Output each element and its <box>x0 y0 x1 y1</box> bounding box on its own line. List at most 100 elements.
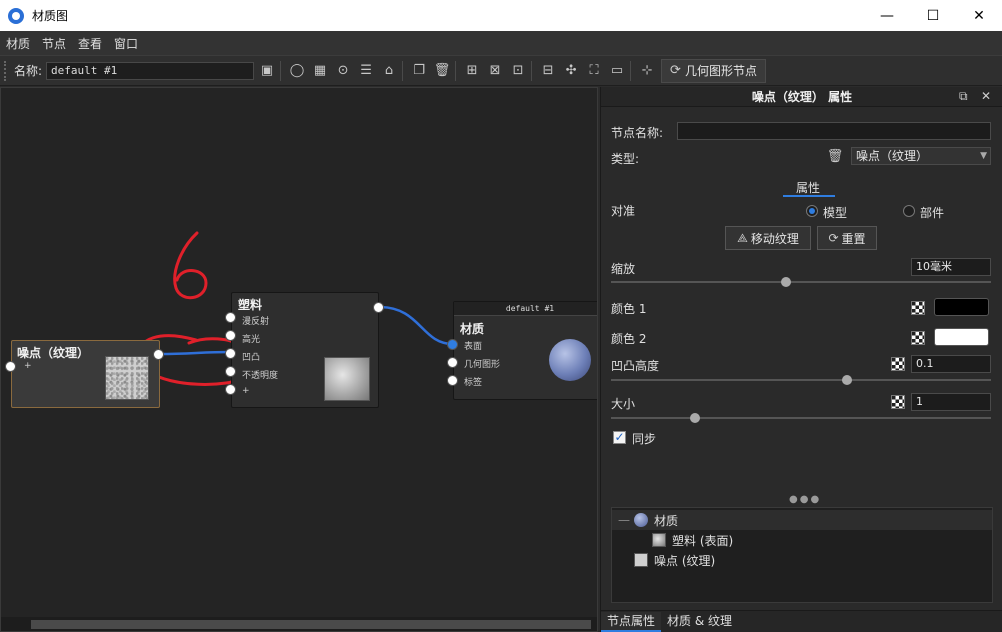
scale-slider-track[interactable] <box>611 281 991 283</box>
delete-icon[interactable]: 🗑 <box>432 61 452 81</box>
plastic-add-socket[interactable] <box>225 384 236 395</box>
remove-all-icon[interactable]: ⊡ <box>508 61 528 81</box>
material-node[interactable]: default #1 材质 表面 几何图形 标签 <box>453 301 597 400</box>
window-title: 材质图 <box>32 9 69 23</box>
tree-item-label: 材质 <box>654 513 679 528</box>
color1-texture-icon[interactable] <box>911 301 925 315</box>
sync-checkbox[interactable]: ✓ <box>613 431 626 444</box>
tab-node-properties[interactable]: 节点属性 <box>601 612 662 632</box>
bump-slider-knob[interactable] <box>841 375 852 385</box>
material-label-socket[interactable] <box>447 375 458 386</box>
align-part-radio[interactable] <box>903 205 915 217</box>
splitter-handle[interactable]: ●●● <box>789 494 821 505</box>
menu-material[interactable]: 材质 <box>0 35 36 52</box>
app-logo-icon <box>8 7 24 24</box>
type-select[interactable]: 噪点（纹理） ▼ <box>851 147 991 165</box>
type-select-value: 噪点（纹理） <box>856 149 929 163</box>
close-panel-icon[interactable]: ✕ <box>981 89 991 103</box>
reset-button[interactable]: ⟳ 重置 <box>817 226 877 250</box>
bottle-icon[interactable]: ⌂ <box>379 61 399 81</box>
menu-window[interactable]: 窗口 <box>108 35 144 52</box>
toolbar-separator <box>455 60 457 81</box>
menu-view[interactable]: 查看 <box>72 35 108 52</box>
node-graph-canvas[interactable]: 6 噪点（纹理） + 塑料 漫反射 高光 凹凸 不透明度 + default #… <box>0 87 598 632</box>
size-label: 大小 <box>611 397 636 411</box>
plastic-input-bump-label: 凹凸 <box>242 353 261 363</box>
tree-item-plastic[interactable]: 塑料 (表面) <box>612 530 992 550</box>
toolbar-grip[interactable] <box>4 60 8 81</box>
size-slider-track[interactable] <box>611 417 991 419</box>
material-node-title: 材质 <box>460 322 485 336</box>
menu-node[interactable]: 节点 <box>36 35 72 52</box>
material-geometry-socket[interactable] <box>447 357 458 368</box>
noise-to-bump-wire <box>158 350 232 356</box>
refresh-icon: ⟳ <box>670 63 681 78</box>
tab-attributes[interactable]: 属性 <box>796 179 820 196</box>
plastic-node[interactable]: 塑料 漫反射 高光 凹凸 不透明度 + <box>231 292 379 408</box>
fit-view-icon[interactable]: ⛶ <box>584 61 604 81</box>
align-model-radio[interactable] <box>806 205 818 217</box>
close-button[interactable]: ✕ <box>956 0 1002 31</box>
maximize-button[interactable]: ☐ <box>910 0 956 31</box>
geometry-node-button[interactable]: ⟳ 几何图形节点 <box>661 58 766 83</box>
center-icon[interactable]: ✣ <box>561 61 581 81</box>
scale-input[interactable]: 10毫米 <box>911 258 991 276</box>
panel-bottom-tabs: 节点属性 材质 & 纹理 <box>601 610 1002 632</box>
plastic-specular-socket[interactable] <box>225 330 236 341</box>
noise-add-socket-label: + <box>24 361 32 371</box>
connect-icon[interactable]: ⊹ <box>637 61 657 81</box>
canvas-horizontal-scrollbar[interactable] <box>1 617 597 631</box>
tree-item-material[interactable]: — 材质 <box>612 510 992 530</box>
plastic-output-socket[interactable] <box>373 302 384 313</box>
sphere-preview-icon[interactable]: ◯ <box>287 61 307 81</box>
annotation-six-stroke <box>173 231 208 299</box>
material-surface-socket[interactable] <box>447 339 458 350</box>
copy-icon[interactable]: ❐ <box>409 61 429 81</box>
size-input[interactable]: 1 <box>911 393 991 411</box>
color1-swatch[interactable] <box>934 298 989 316</box>
noise-texture-node[interactable]: 噪点（纹理） + <box>11 340 160 408</box>
toolbar-separator <box>402 60 404 81</box>
remove-unused-icon[interactable]: ⊠ <box>485 61 505 81</box>
play-preview-icon[interactable]: ⊙ <box>333 61 353 81</box>
plastic-bump-socket[interactable] <box>225 348 236 359</box>
arrange-icon[interactable]: ⊟ <box>538 61 558 81</box>
material-input-geometry-label: 几何图形 <box>464 360 501 370</box>
align-model-label: 模型 <box>823 206 848 220</box>
delete-type-icon[interactable]: 🗑 <box>825 146 845 166</box>
bump-slider-track[interactable] <box>611 379 991 381</box>
checker-background-icon[interactable]: ▦ <box>310 61 330 81</box>
float-panel-icon[interactable]: ⧉ <box>959 89 968 104</box>
tab-materials-textures[interactable]: 材质 & 纹理 <box>661 612 738 632</box>
bump-height-input[interactable]: 0.1 <box>911 355 991 373</box>
scale-slider-knob[interactable] <box>780 277 791 287</box>
scrollbar-thumb[interactable] <box>31 620 591 629</box>
sliders-icon[interactable]: ☰ <box>356 61 376 81</box>
material-name-input[interactable]: default #1 <box>46 61 255 80</box>
plastic-diffuse-socket[interactable] <box>225 312 236 323</box>
zoom-100-icon[interactable]: ▭ <box>607 61 627 81</box>
plastic-opacity-socket[interactable] <box>225 366 236 377</box>
geometry-node-label: 几何图形节点 <box>684 64 757 78</box>
save-icon[interactable]: ▣ <box>257 61 277 81</box>
size-texture-icon[interactable] <box>891 395 905 409</box>
minimize-button[interactable]: — <box>864 0 910 31</box>
scale-label: 缩放 <box>611 262 636 276</box>
material-node-header: default #1 <box>454 302 597 316</box>
noise-output-socket[interactable] <box>153 349 164 360</box>
color2-swatch[interactable] <box>934 328 989 346</box>
noise-input-socket[interactable] <box>5 361 16 372</box>
plastic-input-add-label: + <box>242 386 250 396</box>
tree-collapse-icon[interactable]: — <box>618 513 630 527</box>
material-tree[interactable]: — 材质 塑料 (表面) 噪点 (纹理) <box>611 507 993 603</box>
sync-label: 同步 <box>632 432 657 446</box>
move-texture-button[interactable]: ⟁ 移动纹理 <box>725 226 811 250</box>
tree-item-noise[interactable]: 噪点 (纹理) <box>612 550 992 570</box>
align-label: 对准 <box>611 204 636 218</box>
plastic-node-title: 塑料 <box>238 298 263 312</box>
color2-texture-icon[interactable] <box>911 331 925 345</box>
size-slider-knob[interactable] <box>689 413 700 423</box>
node-name-input[interactable] <box>677 122 991 140</box>
bump-texture-icon[interactable] <box>891 357 905 371</box>
layout-nodes-icon[interactable]: ⊞ <box>462 61 482 81</box>
